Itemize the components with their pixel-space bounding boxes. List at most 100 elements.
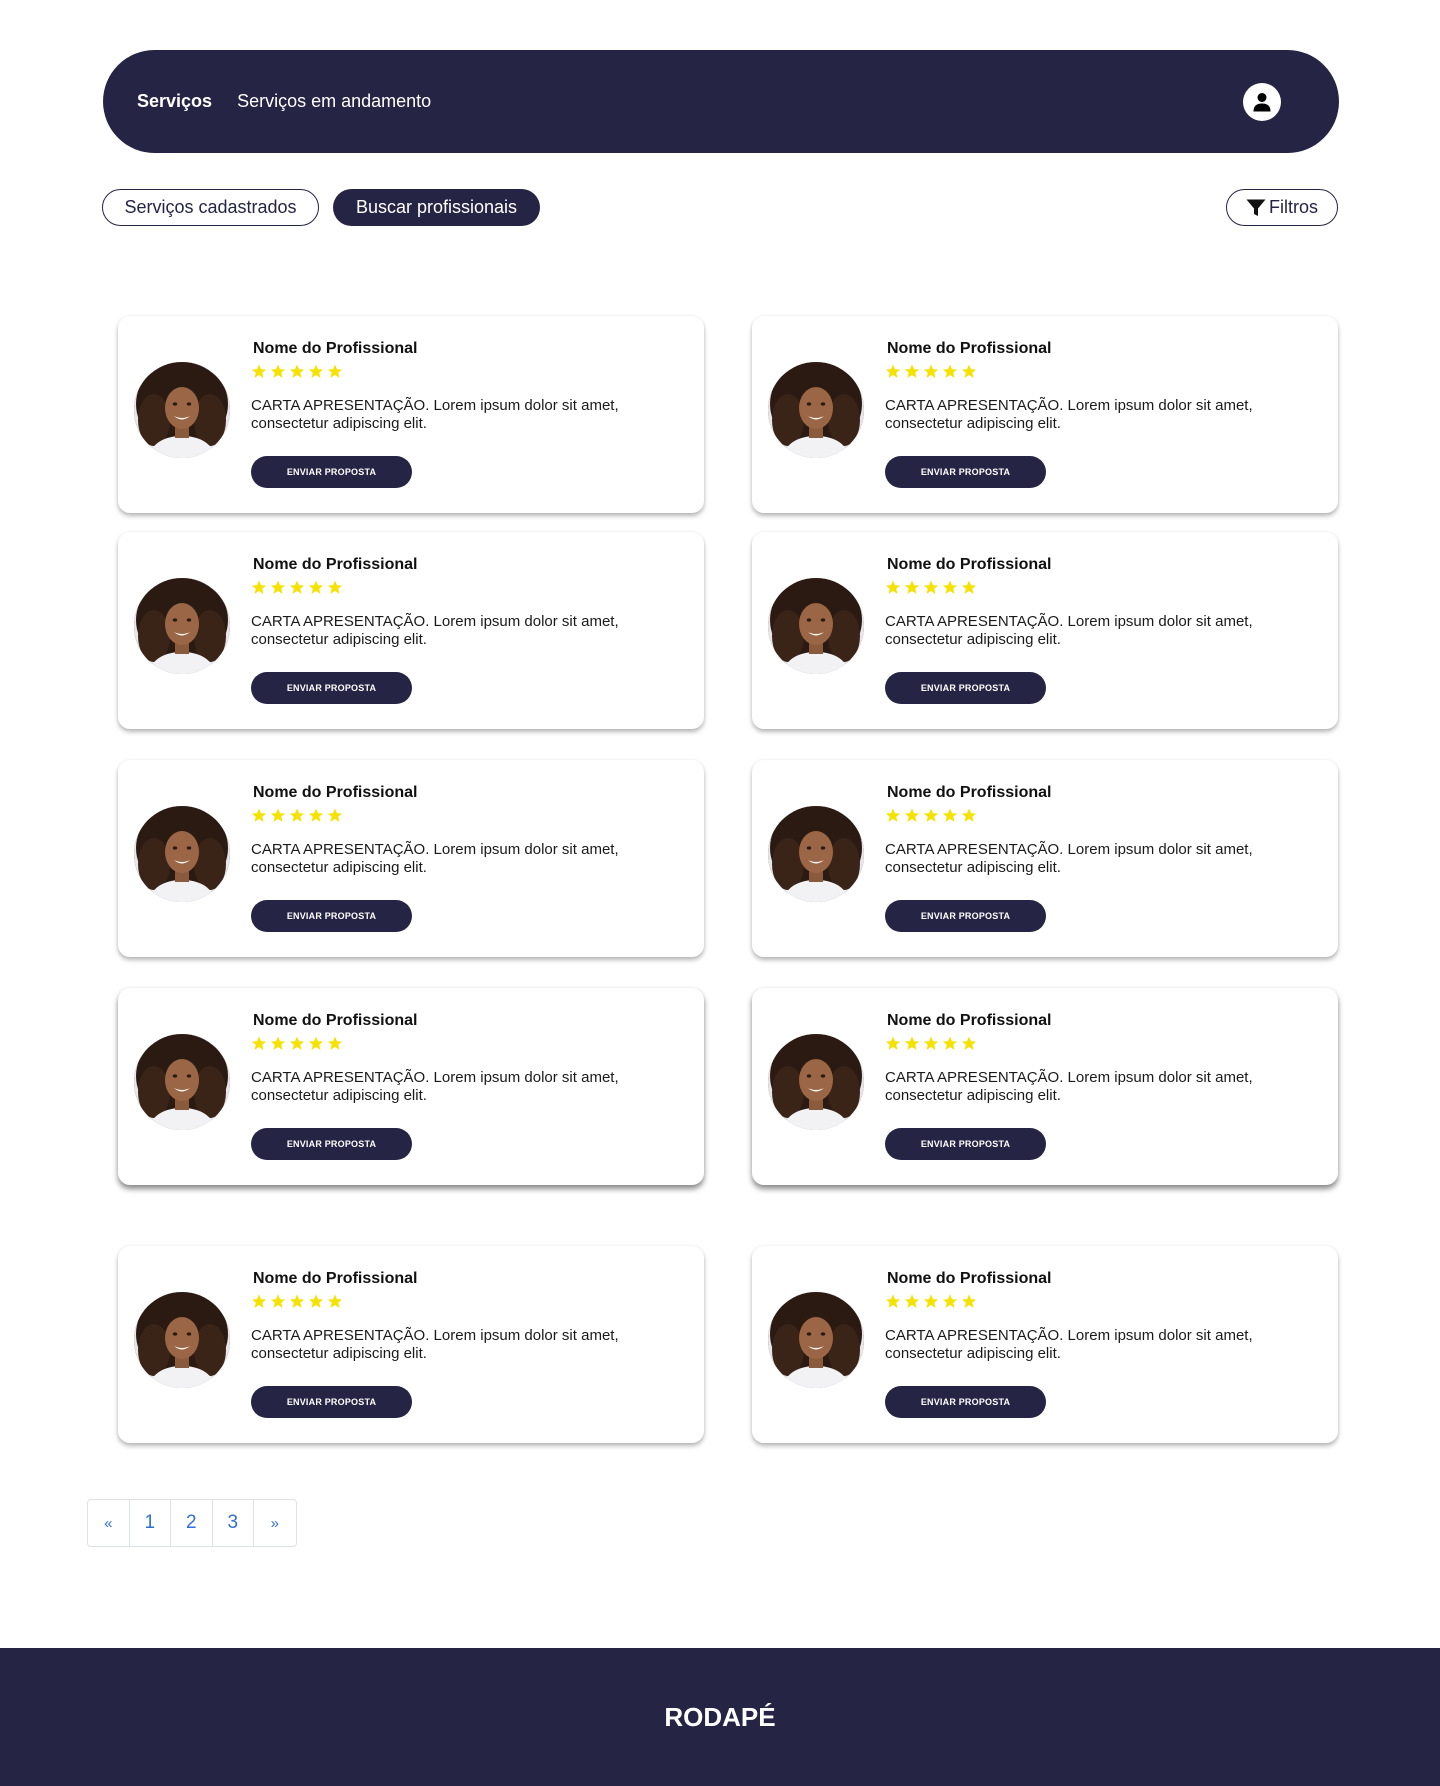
star-icon xyxy=(327,1294,343,1308)
avatar xyxy=(134,806,230,902)
professional-card: Nome do Profissional CARTA APRESENTAÇÃO. … xyxy=(752,988,1338,1185)
profile-button[interactable] xyxy=(1243,83,1281,121)
star-icon xyxy=(289,1036,305,1050)
star-icon xyxy=(923,364,939,378)
star-icon xyxy=(251,1036,267,1050)
star-icon xyxy=(885,808,901,822)
star-icon xyxy=(327,1036,343,1050)
avatar xyxy=(134,1292,230,1388)
rating-stars xyxy=(885,808,980,823)
navbar: Serviços Serviços em andamento xyxy=(103,50,1339,153)
star-icon xyxy=(308,364,324,378)
nav-link-services[interactable]: Serviços xyxy=(137,91,212,112)
filters-button[interactable]: Filtros xyxy=(1226,189,1338,226)
star-icon xyxy=(289,1294,305,1308)
avatar xyxy=(768,578,864,674)
professional-card: Nome do Profissional CARTA APRESENTAÇÃO. … xyxy=(118,760,704,957)
star-icon xyxy=(289,808,305,822)
star-icon xyxy=(270,1036,286,1050)
star-icon xyxy=(942,580,958,594)
professional-card: Nome do Profissional CARTA APRESENTAÇÃO. … xyxy=(118,988,704,1185)
avatar xyxy=(768,806,864,902)
professional-description: CARTA APRESENTAÇÃO. Lorem ipsum dolor si… xyxy=(251,613,619,648)
rating-stars xyxy=(885,1036,980,1051)
professional-description: CARTA APRESENTAÇÃO. Lorem ipsum dolor si… xyxy=(251,1327,619,1362)
send-proposal-button[interactable]: ENVIAR PROPOSTA xyxy=(251,672,412,704)
star-icon xyxy=(251,808,267,822)
rating-stars xyxy=(251,1036,346,1051)
star-icon xyxy=(923,1036,939,1050)
rating-stars xyxy=(885,580,980,595)
rating-stars xyxy=(885,1294,980,1309)
star-icon xyxy=(904,808,920,822)
star-icon xyxy=(251,580,267,594)
send-proposal-button[interactable]: ENVIAR PROPOSTA xyxy=(251,1128,412,1160)
professional-description: CARTA APRESENTAÇÃO. Lorem ipsum dolor si… xyxy=(885,397,1253,432)
professional-name: Nome do Profissional xyxy=(253,556,418,573)
star-icon xyxy=(270,808,286,822)
star-icon xyxy=(251,364,267,378)
professional-name: Nome do Profissional xyxy=(887,1012,1052,1029)
avatar xyxy=(768,362,864,458)
professional-description: CARTA APRESENTAÇÃO. Lorem ipsum dolor si… xyxy=(885,613,1253,648)
star-icon xyxy=(251,1294,267,1308)
pagination-prev[interactable]: « xyxy=(88,1500,130,1546)
star-icon xyxy=(904,364,920,378)
star-icon xyxy=(942,1294,958,1308)
pagination-page-2[interactable]: 2 xyxy=(171,1500,213,1546)
pagination-page-1[interactable]: 1 xyxy=(129,1500,171,1546)
avatar xyxy=(134,1034,230,1130)
star-icon xyxy=(327,364,343,378)
professional-name: Nome do Profissional xyxy=(253,1012,418,1029)
professional-card: Nome do Profissional CARTA APRESENTAÇÃO. … xyxy=(118,532,704,729)
star-icon xyxy=(270,1294,286,1308)
pagination-page-3[interactable]: 3 xyxy=(212,1500,254,1546)
star-icon xyxy=(923,580,939,594)
filters-label: Filtros xyxy=(1269,197,1318,217)
rating-stars xyxy=(251,1294,346,1309)
star-icon xyxy=(308,580,324,594)
send-proposal-button[interactable]: ENVIAR PROPOSTA xyxy=(885,900,1046,932)
star-icon xyxy=(942,1036,958,1050)
send-proposal-button[interactable]: ENVIAR PROPOSTA xyxy=(885,1128,1046,1160)
professional-description: CARTA APRESENTAÇÃO. Lorem ipsum dolor si… xyxy=(251,841,619,876)
star-icon xyxy=(327,808,343,822)
star-icon xyxy=(942,364,958,378)
star-icon xyxy=(289,364,305,378)
professional-card: Nome do Profissional CARTA APRESENTAÇÃO. … xyxy=(118,316,704,513)
star-icon xyxy=(923,808,939,822)
professional-card: Nome do Profissional CARTA APRESENTAÇÃO. … xyxy=(118,1246,704,1443)
professional-card: Nome do Profissional CARTA APRESENTAÇÃO. … xyxy=(752,316,1338,513)
star-icon xyxy=(270,580,286,594)
nav-link-services-in-progress[interactable]: Serviços em andamento xyxy=(237,91,431,112)
rating-stars xyxy=(885,364,980,379)
rating-stars xyxy=(251,808,346,823)
send-proposal-button[interactable]: ENVIAR PROPOSTA xyxy=(885,672,1046,704)
professional-name: Nome do Profissional xyxy=(887,340,1052,357)
send-proposal-button[interactable]: ENVIAR PROPOSTA xyxy=(885,1386,1046,1418)
registered-services-button[interactable]: Serviços cadastrados xyxy=(102,189,319,226)
star-icon xyxy=(270,364,286,378)
avatar xyxy=(134,362,230,458)
star-icon xyxy=(885,580,901,594)
star-icon xyxy=(961,808,977,822)
professional-card: Nome do Profissional CARTA APRESENTAÇÃO. … xyxy=(752,760,1338,957)
professional-description: CARTA APRESENTAÇÃO. Lorem ipsum dolor si… xyxy=(251,397,619,432)
star-icon xyxy=(961,1036,977,1050)
star-icon xyxy=(923,1294,939,1308)
professional-card: Nome do Profissional CARTA APRESENTAÇÃO. … xyxy=(752,1246,1338,1443)
professional-description: CARTA APRESENTAÇÃO. Lorem ipsum dolor si… xyxy=(885,841,1253,876)
send-proposal-button[interactable]: ENVIAR PROPOSTA xyxy=(251,1386,412,1418)
send-proposal-button[interactable]: ENVIAR PROPOSTA xyxy=(251,900,412,932)
star-icon xyxy=(885,1294,901,1308)
pagination-next[interactable]: » xyxy=(254,1500,296,1546)
send-proposal-button[interactable]: ENVIAR PROPOSTA xyxy=(885,456,1046,488)
star-icon xyxy=(308,1294,324,1308)
professional-card: Nome do Profissional CARTA APRESENTAÇÃO. … xyxy=(752,532,1338,729)
professional-description: CARTA APRESENTAÇÃO. Lorem ipsum dolor si… xyxy=(885,1327,1253,1362)
send-proposal-button[interactable]: ENVIAR PROPOSTA xyxy=(251,456,412,488)
rating-stars xyxy=(251,580,346,595)
star-icon xyxy=(308,808,324,822)
search-professionals-button[interactable]: Buscar profissionais xyxy=(333,189,540,226)
star-icon xyxy=(961,1294,977,1308)
